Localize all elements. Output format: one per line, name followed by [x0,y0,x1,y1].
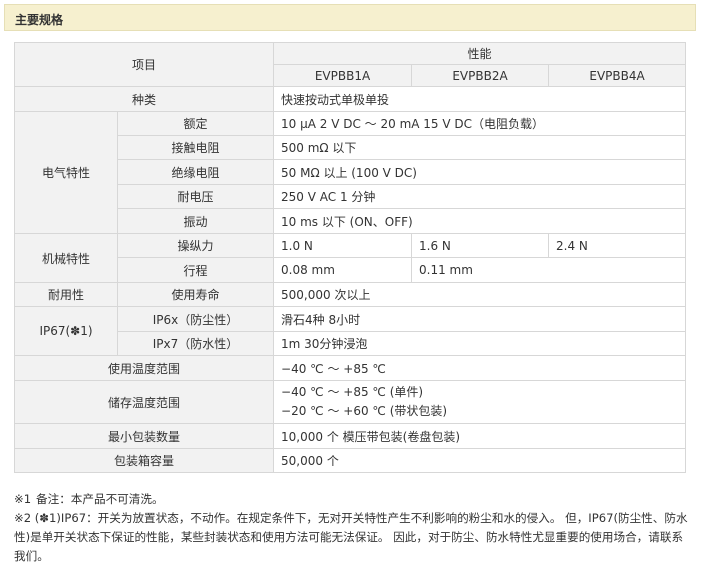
row-label: 耐电压 [116,184,275,209]
force-value-2: 1.6 N [411,233,550,258]
row-value: 50 MΩ 以上 (100 V DC) [273,159,687,185]
row-value-box: 50,000 个 [273,448,687,473]
force-value-3: 2.4 N [548,233,687,258]
group-durability: 耐用性 [14,282,118,307]
row-label-storage-temp: 储存温度范围 [13,380,275,424]
section-title: 主要规格 [15,13,64,27]
model-3: EVPBB4A [548,64,687,87]
row-label: 行程 [116,257,275,283]
row-label-op-temp: 使用温度范围 [13,355,275,381]
row-label: 接触电阻 [116,135,275,160]
row-value-min-pack: 10,000 个 模压带包装(卷盘包装) [273,423,687,449]
row-label-box: 包装箱容量 [13,448,275,473]
table-row: 储存温度范围 −40 ℃ ～ +85 ℃ (单件) −20 ℃ ～ +60 ℃ … [13,380,687,424]
section-header: 主要规格 [4,4,696,31]
model-2: EVPBB2A [411,64,550,87]
table-row: 电气特性 额定 10 μA 2 V DC ～ 20 mA 15 V DC（电阻负… [14,111,687,234]
row-value-type: 快速按动式单极单投 [273,86,687,112]
table-row: 耐用性 使用寿命 500,000 次以上 [14,282,687,307]
storage-temp-line-1: −40 ℃ ～ +85 ℃ (单件) [281,385,424,399]
row-label: 使用寿命 [116,282,275,307]
footnote-2: ※2 (✽1)IP67：开关为放置状态，不动作。在规定条件下，无对开关特性产生不… [14,509,690,566]
footnote-1: ※1 备注：本产品不可清洗。 [14,490,690,509]
row-label: 绝缘电阻 [116,159,275,185]
row-value: 250 V AC 1 分钟 [273,184,687,209]
table-row: 使用温度范围 −40 ℃ ～ +85 ℃ [13,355,687,381]
row-label: 额定 [116,111,275,136]
group-mechanical: 机械特性 [14,233,118,283]
row-label-min-pack: 最小包装数量 [13,423,275,449]
table-row: 包装箱容量 50,000 个 [13,448,687,473]
footnote-2-mark: ※2 [14,511,32,525]
row-value-op-temp: −40 ℃ ～ +85 ℃ [273,355,687,381]
storage-temp-line-2: −20 ℃ ～ +60 ℃ (带状包装) [281,404,448,418]
travel-value-2: 0.11 mm [411,257,687,283]
row-value: 1m 30分钟浸泡 [273,331,687,356]
row-label: 操纵力 [116,233,275,258]
footnote-1-mark: ※1 [14,492,32,506]
table-row: IP67(✽1) IP6x（防尘性） 滑石4种 8小时 [14,306,687,356]
footnote-1-text: 备注：本产品不可清洗。 [36,492,164,506]
row-value: 500 mΩ 以下 [273,135,687,160]
row-value: 500,000 次以上 [273,282,687,307]
force-value-1: 1.0 N [273,233,413,258]
footnotes: ※1 备注：本产品不可清洗。 ※2 (✽1)IP67：开关为放置状态，不动作。在规… [14,490,690,566]
table-row: 项目 性能 [13,42,687,87]
group-electrical: 电气特性 [14,111,118,234]
table-row: 机械特性 操纵力 1.0 N 1.6 N 2.4 N [14,233,687,283]
row-value-storage-temp: −40 ℃ ～ +85 ℃ (单件) −20 ℃ ～ +60 ℃ (带状包装) [273,380,687,424]
row-label: 振动 [116,208,275,234]
row-label: IPx7（防水性） [116,331,275,356]
header-item: 项目 [13,42,275,87]
table-row: 种类 快速按动式单极单投 [13,86,687,112]
row-label: IP6x（防尘性） [116,306,275,332]
header-performance: 性能 [273,42,687,65]
travel-value-1: 0.08 mm [273,257,413,283]
spec-table: 项目 性能 EVPBB1A EVPBB2A EVPBB4A 种类 快速按动式单极… [13,42,687,473]
row-value: 滑石4种 8小时 [273,306,687,332]
footnote-2-text: (✽1)IP67：开关为放置状态，不动作。在规定条件下，无对开关特性产生不利影响… [14,511,688,563]
table-row: 最小包装数量 10,000 个 模压带包装(卷盘包装) [13,423,687,449]
row-value: 10 μA 2 V DC ～ 20 mA 15 V DC（电阻负载） [273,111,687,136]
model-1: EVPBB1A [273,64,413,87]
row-value: 10 ms 以下 (ON、OFF) [273,208,687,234]
row-label-type: 种类 [13,86,275,112]
group-ip67: IP67(✽1) [14,306,118,356]
